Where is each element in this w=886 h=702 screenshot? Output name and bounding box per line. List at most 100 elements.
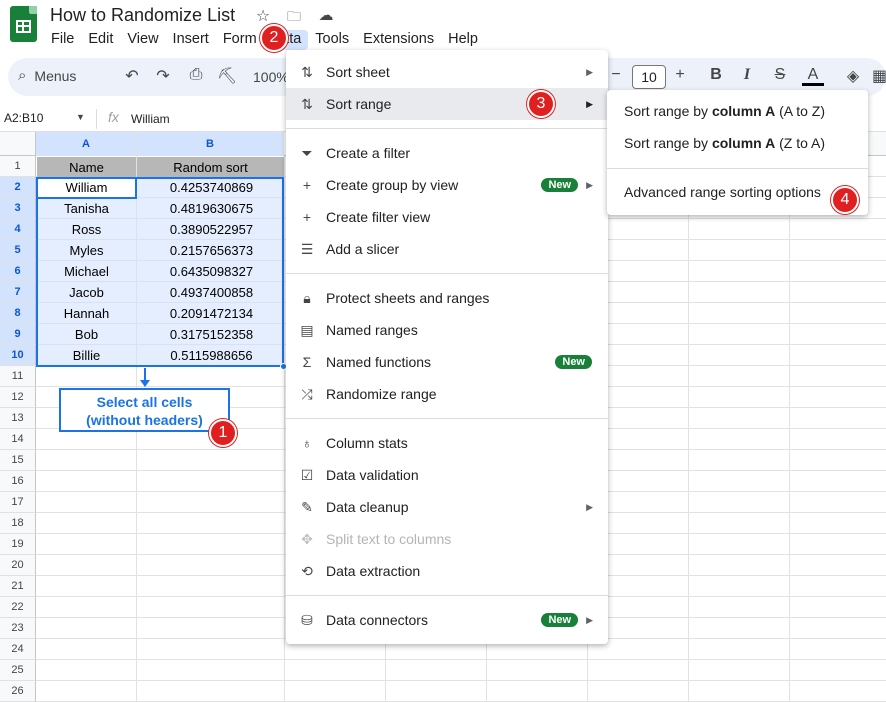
name-box-dropdown-icon[interactable]: ▼: [76, 112, 85, 122]
menu-help[interactable]: Help: [441, 30, 485, 50]
menu-insert[interactable]: Insert: [166, 30, 216, 50]
random-sort-cell[interactable]: 0.2157656373: [137, 240, 280, 261]
menu-item-column-stats[interactable]: ♁ Column stats: [286, 427, 608, 459]
menu-item-data-validation[interactable]: ☑ Data validation: [286, 459, 608, 491]
zoom-select[interactable]: 100%: [253, 69, 289, 85]
name-cell[interactable]: William: [37, 177, 136, 198]
name-cell[interactable]: Bob: [37, 324, 136, 345]
select-all-corner[interactable]: [0, 132, 36, 156]
menu-item-protect-sheets[interactable]: 🔒︎ Protect sheets and ranges: [286, 282, 608, 314]
header-cell-random-sort[interactable]: Random sort: [137, 157, 284, 178]
fill-color-icon[interactable]: ◈: [842, 66, 864, 86]
menu-item-data-extraction[interactable]: ⟲ Data extraction: [286, 555, 608, 587]
row-header[interactable]: 19: [0, 534, 36, 555]
row-header[interactable]: 23: [0, 618, 36, 639]
menu-item-create-group-by-view[interactable]: + Create group by view New ▶: [286, 169, 608, 201]
menu-item-sort-sheet[interactable]: ⇅ Sort sheet ▶: [286, 56, 608, 88]
sheets-logo-icon[interactable]: [10, 6, 37, 42]
sort-z-to-a-option[interactable]: Sort range by column A (Z to A): [607, 127, 868, 159]
menu-edit[interactable]: Edit: [81, 30, 120, 50]
row-header[interactable]: 24: [0, 639, 36, 660]
row-header[interactable]: 13: [0, 408, 36, 429]
row-header[interactable]: 16: [0, 471, 36, 492]
name-cell[interactable]: Tanisha: [37, 198, 136, 219]
menu-item-data-connectors[interactable]: ⛁ Data connectors New ▶: [286, 604, 608, 636]
menu-item-create-filter-view[interactable]: + Create filter view: [286, 201, 608, 233]
name-box[interactable]: A2:B10: [4, 111, 43, 125]
row-header[interactable]: 14: [0, 429, 36, 450]
menus-search-button[interactable]: ⌕ Menus: [18, 67, 76, 84]
advanced-sorting-option[interactable]: Advanced range sorting options: [607, 176, 868, 208]
random-sort-cell[interactable]: 0.4253740869: [137, 177, 280, 198]
undo-icon[interactable]: ↶: [121, 66, 143, 86]
random-sort-cell[interactable]: 0.3175152358: [137, 324, 280, 345]
name-cell[interactable]: Ross: [37, 219, 136, 240]
row-header[interactable]: 10: [0, 345, 36, 366]
name-cell[interactable]: Michael: [37, 261, 136, 282]
row-header[interactable]: 18: [0, 513, 36, 534]
name-cell[interactable]: Billie: [37, 345, 136, 366]
menu-item-data-cleanup[interactable]: ✎ Data cleanup ▶: [286, 491, 608, 523]
row-header[interactable]: 11: [0, 366, 36, 387]
menu-file[interactable]: File: [44, 30, 81, 50]
cloud-status-icon[interactable]: ☁: [315, 6, 337, 24]
italic-icon[interactable]: I: [736, 66, 758, 84]
menu-item-sort-range[interactable]: ⇅ Sort range ▶: [286, 88, 608, 120]
name-cell[interactable]: Hannah: [37, 303, 136, 324]
star-icon[interactable]: ☆: [252, 6, 274, 26]
random-sort-cell[interactable]: 0.3890522957: [137, 219, 280, 240]
row-header[interactable]: 5: [0, 240, 36, 261]
name-cell[interactable]: Myles: [37, 240, 136, 261]
lock-icon: 🔒︎: [298, 290, 316, 307]
row-header[interactable]: 26: [0, 681, 36, 702]
name-cell[interactable]: Jacob: [37, 282, 136, 303]
menu-item-named-functions[interactable]: Σ Named functions New: [286, 346, 608, 378]
header-cell-name[interactable]: Name: [37, 157, 136, 178]
random-sort-cell[interactable]: 0.4937400858: [137, 282, 280, 303]
row-header[interactable]: 6: [0, 261, 36, 282]
menu-tools[interactable]: Tools: [308, 30, 356, 50]
row-header[interactable]: 1: [0, 156, 36, 177]
formula-input[interactable]: William: [131, 112, 170, 126]
increase-font-size-button[interactable]: +: [669, 66, 691, 84]
bold-icon[interactable]: B: [705, 66, 727, 84]
row-header[interactable]: 25: [0, 660, 36, 681]
random-sort-cell[interactable]: 0.5115988656: [137, 345, 280, 366]
menu-item-create-filter[interactable]: ⏷ Create a filter: [286, 137, 608, 169]
row-header[interactable]: 20: [0, 555, 36, 576]
gridline: [789, 156, 790, 702]
menu-item-add-slicer[interactable]: ☰ Add a slicer: [286, 233, 608, 265]
row-header[interactable]: 2: [0, 177, 36, 198]
random-sort-cell[interactable]: 0.6435098327: [137, 261, 280, 282]
row-header[interactable]: 21: [0, 576, 36, 597]
move-folder-icon[interactable]: 🗀: [283, 6, 305, 30]
sort-a-to-z-option[interactable]: Sort range by column A (A to Z): [607, 95, 868, 127]
paint-format-icon[interactable]: ⛏: [216, 66, 238, 86]
row-header[interactable]: 22: [0, 597, 36, 618]
print-icon[interactable]: ⎙: [185, 66, 207, 84]
row-header[interactable]: 17: [0, 492, 36, 513]
menu-item-named-ranges[interactable]: ▤ Named ranges: [286, 314, 608, 346]
menu-view[interactable]: View: [120, 30, 165, 50]
borders-icon[interactable]: ▦: [872, 66, 886, 86]
row-header[interactable]: 12: [0, 387, 36, 408]
random-sort-cell[interactable]: 0.2091472134: [137, 303, 280, 324]
menu-format[interactable]: Form: [216, 30, 264, 50]
row-header[interactable]: 4: [0, 219, 36, 240]
row-header[interactable]: 7: [0, 282, 36, 303]
decrease-font-size-button[interactable]: −: [605, 66, 627, 84]
row-header[interactable]: 15: [0, 450, 36, 471]
text-color-icon[interactable]: A: [802, 66, 824, 86]
column-header-a[interactable]: A: [36, 132, 137, 156]
menu-extensions[interactable]: Extensions: [356, 30, 441, 50]
row-header[interactable]: 3: [0, 198, 36, 219]
menu-item-randomize-range[interactable]: ⤮ Randomize range: [286, 378, 608, 410]
redo-icon[interactable]: ↷: [152, 66, 174, 86]
column-header-b[interactable]: B: [137, 132, 284, 156]
strikethrough-icon[interactable]: S: [769, 66, 791, 84]
row-header[interactable]: 9: [0, 324, 36, 345]
font-size-input[interactable]: 10: [632, 65, 666, 89]
document-title[interactable]: How to Randomize List: [50, 5, 235, 26]
random-sort-cell[interactable]: 0.4819630675: [137, 198, 280, 219]
row-header[interactable]: 8: [0, 303, 36, 324]
